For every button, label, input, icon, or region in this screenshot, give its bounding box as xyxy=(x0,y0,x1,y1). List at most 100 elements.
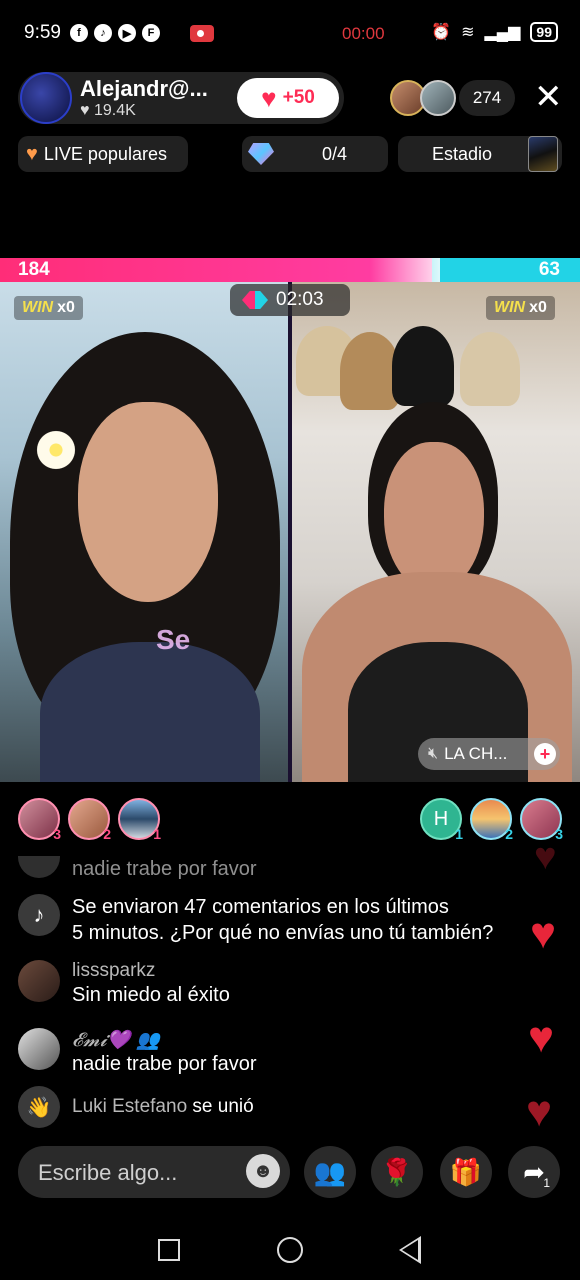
stadium-thumbnail xyxy=(528,136,558,172)
chat-username[interactable]: 𝓔𝓶𝓲💜 👥 xyxy=(72,1028,257,1051)
gift-button[interactable]: 🎁 xyxy=(440,1146,492,1198)
user-avatar[interactable] xyxy=(18,960,60,1002)
follow-opponent-button[interactable]: + xyxy=(534,743,556,765)
join-suffix: se unió xyxy=(192,1096,254,1117)
wifi-icon: ≋ xyxy=(461,24,475,41)
gifter-avatar[interactable]: 3 xyxy=(520,798,563,842)
user-avatar[interactable] xyxy=(18,1028,60,1070)
comment-input[interactable]: Escribe algo... ☻ xyxy=(18,1146,290,1198)
gifter-rank: 2 xyxy=(505,826,513,842)
stadium-label: Estadio xyxy=(432,143,493,164)
system-icons: ⏰ ≋ ▂▄▆ 99 xyxy=(431,22,558,42)
live-popular-chip[interactable]: ♥ LIVE populares xyxy=(18,136,188,172)
share-count: 1 xyxy=(543,1176,550,1190)
system-message-line: Se enviaron 47 comentarios en los último… xyxy=(72,896,449,918)
opponent-video[interactable] xyxy=(292,282,580,782)
facebook-icon: f xyxy=(70,24,88,42)
follow-button[interactable]: ♥ +50 xyxy=(237,78,339,118)
chat-username-text: 𝓔𝓶𝓲💜 xyxy=(72,1029,131,1051)
win-label: WIN xyxy=(494,299,526,316)
battle-timer-value: 02:03 xyxy=(276,289,324,310)
join-username[interactable]: Luki Estefano xyxy=(72,1096,187,1117)
opponent-figure-face xyxy=(384,442,484,592)
status-time: 9:59 xyxy=(24,22,61,43)
share-button[interactable]: ➦ 1 xyxy=(508,1146,560,1198)
opponent-chip[interactable]: 🔇︎ LA CH... + xyxy=(418,738,560,770)
chat-message-text: Sin miedo al éxito xyxy=(72,984,230,1006)
emoji-icon[interactable]: ☻ xyxy=(246,1154,280,1188)
gifter-avatar[interactable]: 3 xyxy=(18,798,61,842)
viewer-count[interactable]: 274 xyxy=(459,80,515,116)
tiktok-icon: ♪ xyxy=(18,894,60,936)
share-icon: ➦ xyxy=(523,1156,545,1187)
host-video[interactable]: Se xyxy=(0,282,288,782)
gifter-avatar[interactable]: H1 xyxy=(420,798,463,842)
host-avatar[interactable] xyxy=(20,72,72,124)
gifter-avatar[interactable]: 2 xyxy=(68,798,111,842)
battle-bar-left-fill xyxy=(0,258,433,282)
stadium-chip[interactable]: Estadio xyxy=(398,136,562,172)
gifter-rank: 2 xyxy=(103,826,111,842)
tiktok-icon: ♪ xyxy=(94,24,112,42)
gifter-avatar[interactable]: 1 xyxy=(118,798,161,842)
gifter-rank: 1 xyxy=(153,826,161,842)
gem-icon xyxy=(248,143,274,165)
win-streak-left: WIN x0 xyxy=(14,296,83,320)
rose-icon: 🌹 xyxy=(380,1156,414,1187)
score-right: 63 xyxy=(538,259,560,280)
gifter-rank: 3 xyxy=(53,826,61,842)
goal-progress: 0/4 xyxy=(322,143,348,164)
floating-heart-icon: ♥ xyxy=(528,1013,555,1062)
play-icon: ▶ xyxy=(118,24,136,42)
multi-guest-button[interactable]: 👥 xyxy=(304,1146,356,1198)
chat-message-text: nadie trabe por favor xyxy=(72,858,257,880)
win-label: WIN xyxy=(22,299,54,316)
floating-heart-icon: ♥ xyxy=(530,909,557,958)
system-nav-bar xyxy=(0,1222,580,1280)
overlay-text: Se xyxy=(156,624,191,655)
status-bar: 9:59 f ♪ ▶ F 00:00 ⏰ ≋ ▂▄▆ 99 xyxy=(0,0,580,68)
record-timer: 00:00 xyxy=(342,24,385,43)
battery-icon: 99 xyxy=(530,22,558,42)
people-icon: 👥 xyxy=(313,1156,347,1187)
host-likes: ♥ 19.4K xyxy=(80,102,136,119)
gifter-avatar[interactable]: 2 xyxy=(470,798,513,842)
left-top-gifters: 3 2 1 xyxy=(18,798,161,842)
right-top-gifters: H1 2 3 xyxy=(420,798,563,842)
host-figure-body xyxy=(40,642,260,782)
hat-decoration xyxy=(392,326,454,406)
opponent-name: LA CH... xyxy=(444,744,508,763)
floating-heart-icon: ♥ xyxy=(526,1087,553,1136)
battle-bar-spark xyxy=(370,258,441,282)
hat-decoration xyxy=(460,332,520,406)
system-message: ♪ Se enviaron 47 comentarios en los últi… xyxy=(18,894,493,946)
chat-message[interactable]: 𝓔𝓶𝓲💜 👥 nadie trabe por favor xyxy=(18,1028,257,1077)
notification-icons: f ♪ ▶ F xyxy=(70,24,160,42)
rose-gift-button[interactable]: 🌹 xyxy=(371,1146,423,1198)
gift-goal-chip[interactable]: 0/4 xyxy=(242,136,388,172)
back-icon[interactable] xyxy=(399,1236,421,1264)
app-f-icon: F xyxy=(142,24,160,42)
chat-message[interactable]: lisssparkz Sin miedo al éxito xyxy=(18,960,230,1008)
home-icon[interactable] xyxy=(277,1237,303,1263)
comment-placeholder: Escribe algo... xyxy=(38,1160,178,1185)
follow-label: +50 xyxy=(282,87,315,108)
close-icon[interactable]: ✕ xyxy=(534,80,563,114)
alarm-icon: ⏰ xyxy=(431,24,452,41)
live-popular-label: LIVE populares xyxy=(43,143,167,164)
recent-apps-icon[interactable] xyxy=(158,1239,180,1261)
join-message-text: Luki Estefano se unió xyxy=(72,1096,254,1118)
host-figure-face xyxy=(78,402,218,602)
system-message-text: Se enviaron 47 comentarios en los último… xyxy=(72,894,493,946)
screen-record-icon xyxy=(190,25,214,42)
viewer-avatar[interactable] xyxy=(420,80,456,116)
top-viewers[interactable] xyxy=(390,80,456,116)
score-left: 184 xyxy=(18,259,50,280)
chat-username[interactable]: lisssparkz xyxy=(72,960,230,982)
battle-score-bar: 184 63 xyxy=(0,258,580,282)
heart-icon: ♥ xyxy=(26,142,38,165)
chat-feed[interactable]: nadie trabe por favor ♪ Se enviaron 47 c… xyxy=(0,838,580,1136)
host-name: Alejandr@... xyxy=(80,76,208,101)
win-count: x0 xyxy=(529,299,547,316)
mute-icon[interactable]: 🔇︎ xyxy=(428,745,438,763)
